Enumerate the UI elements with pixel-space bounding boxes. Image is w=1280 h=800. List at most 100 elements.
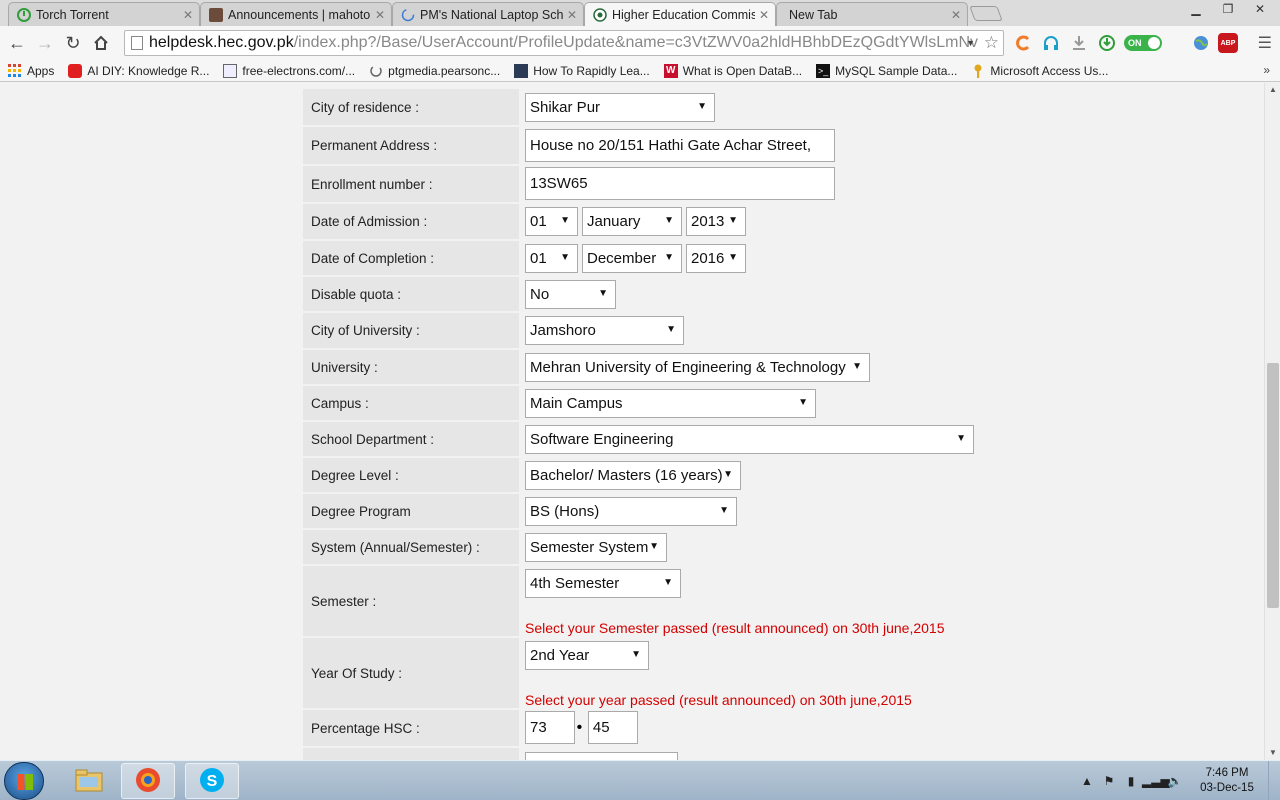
page-scrollbar[interactable]: ▲ ▼: [1264, 83, 1280, 760]
close-icon[interactable]: ✕: [183, 8, 193, 22]
torch-download-icon[interactable]: [1096, 32, 1118, 54]
tab-new[interactable]: New Tab ✕: [776, 2, 968, 26]
taskbar-chrome[interactable]: [121, 763, 175, 799]
bookmark-ptgmedia[interactable]: ptgmedia.pearsonc...: [369, 64, 500, 78]
close-icon[interactable]: ✕: [375, 8, 385, 22]
completion-year-select[interactable]: 2016 ▼: [686, 244, 746, 273]
admission-day-select[interactable]: 01 ▼: [525, 207, 578, 236]
bookmark-ms-access[interactable]: Microsoft Access Us...: [971, 64, 1108, 78]
row-permanent-address: Permanent Address : House no 20/151 Hath…: [303, 127, 1003, 164]
campus-select[interactable]: Main Campus ▼: [525, 389, 816, 418]
bookmark-open-database[interactable]: W What is Open DataB...: [663, 63, 802, 78]
page-icon: [131, 36, 143, 50]
home-icon[interactable]: [87, 29, 115, 57]
row-date-completion: Date of Completion : 01 ▼ December ▼ 2016 ▼: [303, 241, 1003, 275]
reload-icon[interactable]: ↻: [59, 29, 87, 57]
taskbar-explorer[interactable]: [62, 763, 116, 799]
bookmark-label: Microsoft Access Us...: [990, 63, 1109, 78]
admission-month-select[interactable]: January ▼: [582, 207, 682, 236]
bookmark-free-electrons[interactable]: free-electrons.com/...: [223, 63, 355, 78]
show-hidden-icons-icon[interactable]: ▲: [1076, 774, 1098, 788]
disable-quota-select[interactable]: No ▼: [525, 280, 616, 309]
flag-icon[interactable]: ⚑: [1098, 774, 1120, 788]
show-desktop-button[interactable]: [1268, 761, 1280, 800]
field-label: University :: [303, 350, 519, 384]
dropdown-arrow-icon: ▼: [798, 397, 808, 408]
bookmark-label: Apps: [27, 63, 55, 78]
row-system: System (Annual/Semester) : Semester Syst…: [303, 530, 1003, 564]
minimize-icon[interactable]: ▁: [1180, 0, 1212, 18]
c-extension-icon[interactable]: [1012, 32, 1034, 54]
tab-torch-torrent[interactable]: Torch Torrent ✕: [8, 2, 200, 26]
new-tab-button[interactable]: [969, 6, 1003, 21]
scroll-up-icon[interactable]: ▲: [1265, 83, 1280, 97]
degree-level-select[interactable]: Bachelor/ Masters (16 years) ▼: [525, 461, 741, 490]
next-field-select[interactable]: [525, 752, 678, 760]
bookmark-apps[interactable]: Apps: [8, 63, 55, 78]
close-icon[interactable]: ✕: [567, 8, 577, 22]
clock[interactable]: 7:46 PM 03-Dec-15: [1192, 766, 1262, 796]
more-bookmarks-icon[interactable]: »: [1263, 63, 1270, 77]
field-label: Disable quota :: [303, 277, 519, 311]
semester-select[interactable]: 4th Semester ▼: [525, 569, 681, 598]
field-label: System (Annual/Semester) :: [303, 530, 519, 564]
dropdown-arrow-icon: ▼: [664, 215, 674, 226]
degree-program-select[interactable]: BS (Hons) ▼: [525, 497, 737, 526]
select-value: 2013: [691, 213, 725, 230]
volume-icon[interactable]: 🔈: [1164, 774, 1186, 788]
enrollment-input[interactable]: 13SW65: [525, 167, 835, 200]
back-icon[interactable]: ←: [3, 29, 31, 57]
field-label: City of University :: [303, 313, 519, 348]
scroll-thumb[interactable]: [1267, 363, 1279, 608]
headphones-icon[interactable]: [1040, 32, 1062, 54]
field-label: School Department :: [303, 422, 519, 456]
tab-announcements[interactable]: Announcements | mahoto ✕: [200, 2, 392, 26]
taskbar-skype[interactable]: S: [185, 763, 239, 799]
city-university-select[interactable]: Jamshoro ▼: [525, 316, 684, 345]
dropdown-arrow-icon: ▼: [723, 469, 733, 480]
scroll-down-icon[interactable]: ▼: [1265, 746, 1280, 760]
tab-hec[interactable]: Higher Education Commis ✕: [584, 2, 776, 26]
toggle-switch[interactable]: ON: [1124, 35, 1162, 51]
city-residence-select[interactable]: Shikar Pur ▼: [525, 93, 715, 122]
tab-title: PM's National Laptop Sch: [420, 7, 563, 22]
completion-day-select[interactable]: 01 ▼: [525, 244, 578, 273]
close-icon[interactable]: ✕: [759, 8, 769, 22]
signal-icon[interactable]: ▂▃▅: [1142, 774, 1170, 788]
url-path: /index.php?/Base/UserAccount/ProfileUpda…: [293, 34, 979, 51]
restore-icon[interactable]: ❐: [1212, 0, 1244, 18]
address-bar[interactable]: helpdesk.hec.gov.pk /index.php?/Base/Use…: [124, 30, 1004, 56]
permanent-address-input[interactable]: House no 20/151 Hathi Gate Achar Street,: [525, 129, 835, 162]
department-select[interactable]: Software Engineering ▼: [525, 425, 974, 454]
bookmark-ai-diy[interactable]: AI DIY: Knowledge R...: [68, 63, 209, 78]
battery-icon[interactable]: ▮: [1120, 774, 1142, 788]
system-select[interactable]: Semester System ▼: [525, 533, 667, 562]
bookmark-mysql[interactable]: >_ MySQL Sample Data...: [816, 63, 957, 78]
row-percentage-hsc: Percentage HSC : 73 • 45: [303, 710, 1003, 746]
year-of-study-select[interactable]: 2nd Year ▼: [525, 641, 649, 670]
hsc-whole-input[interactable]: 73: [525, 711, 575, 744]
completion-month-select[interactable]: December ▼: [582, 244, 682, 273]
download-icon[interactable]: [1068, 32, 1090, 54]
select-value: BS (Hons): [530, 503, 600, 520]
bookmark-rapidly-learn[interactable]: How To Rapidly Lea...: [514, 63, 650, 78]
university-select[interactable]: Mehran University of Engineering & Techn…: [525, 353, 870, 382]
field-label: Date of Admission :: [303, 204, 519, 239]
close-window-icon[interactable]: ✕: [1244, 0, 1276, 18]
adblock-icon[interactable]: ABP: [1218, 33, 1238, 53]
dropdown-arrow-icon[interactable]: ▼: [966, 38, 975, 48]
hsc-fraction-input[interactable]: 45: [587, 711, 638, 744]
bookmark-star-icon[interactable]: ☆: [984, 33, 999, 53]
select-value: January: [587, 213, 641, 230]
tab-laptop-scheme[interactable]: PM's National Laptop Sch ✕: [392, 2, 584, 26]
youtube-icon: [68, 63, 83, 78]
select-value: 2016: [691, 250, 725, 267]
start-button[interactable]: [4, 762, 44, 800]
forward-icon[interactable]: →: [31, 29, 59, 57]
menu-icon[interactable]: ☰: [1258, 33, 1272, 53]
globe-icon[interactable]: [1190, 32, 1212, 54]
close-icon[interactable]: ✕: [951, 8, 961, 22]
window-controls: ▁ ❐ ✕: [1180, 0, 1276, 18]
admission-year-select[interactable]: 2013 ▼: [686, 207, 746, 236]
hec-icon: [593, 7, 607, 22]
